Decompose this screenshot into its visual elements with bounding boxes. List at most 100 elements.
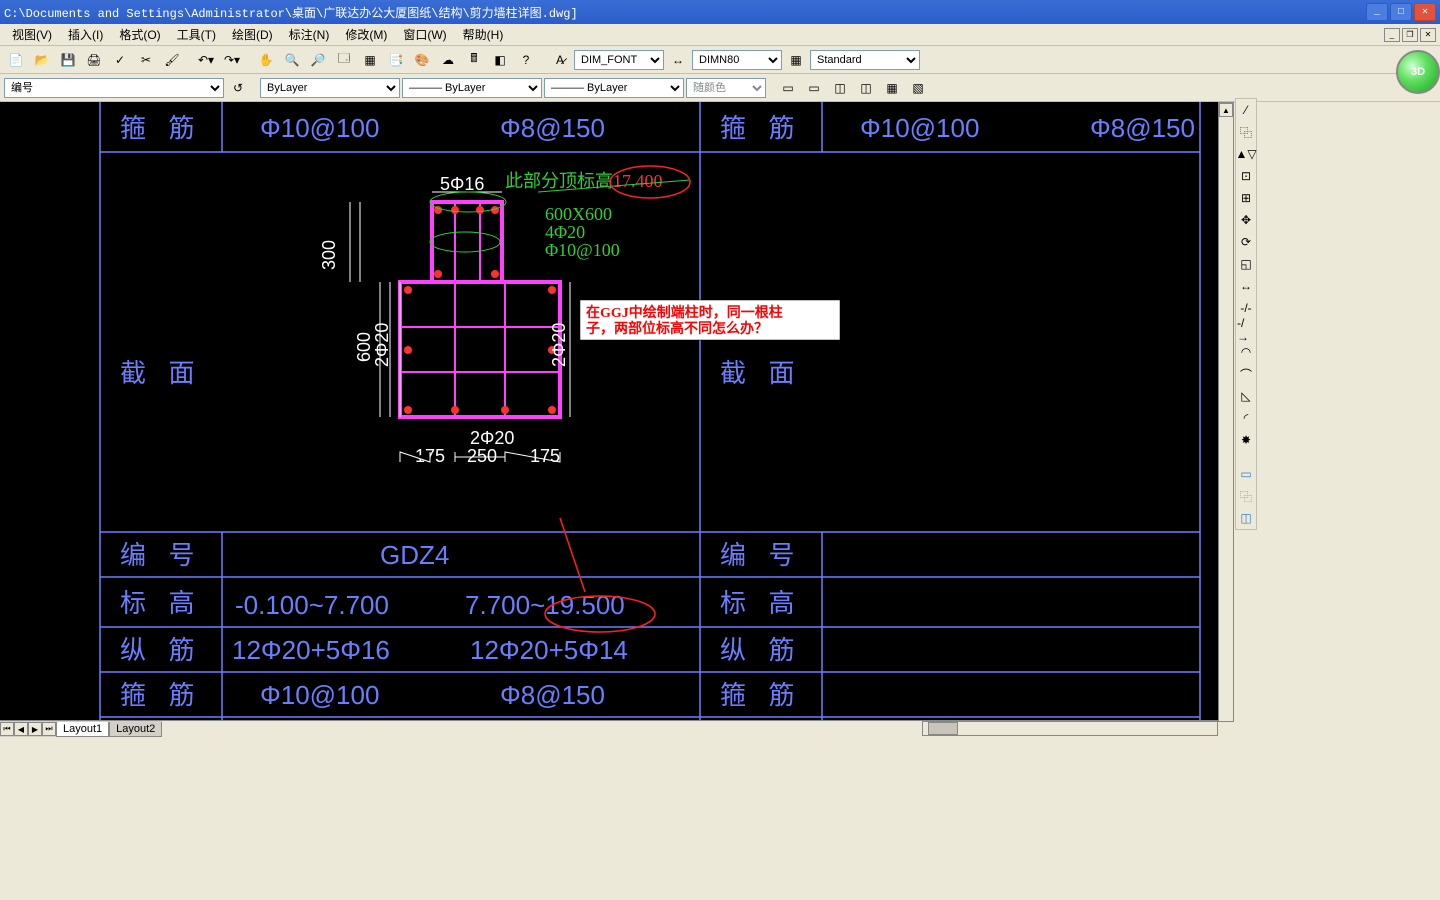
- layout-tab-2[interactable]: Layout2: [109, 722, 162, 737]
- tool-zoom2-icon[interactable]: 🔎: [306, 49, 330, 71]
- tool-save-icon[interactable]: 💾: [56, 49, 80, 71]
- menubar: 视图(V) 插入(I) 格式(O) 工具(T) 绘图(D) 标注(N) 修改(M…: [0, 24, 1440, 46]
- tab-nav-next[interactable]: ▶: [28, 722, 42, 736]
- tool-chamfer-icon[interactable]: ◺: [1236, 386, 1256, 406]
- svg-text:600: 600: [354, 332, 374, 362]
- menu-tools[interactable]: 工具(T): [169, 24, 224, 45]
- menu-view[interactable]: 视图(V): [4, 24, 60, 45]
- tool-block-icon[interactable]: ◧: [488, 49, 512, 71]
- tool-break-icon[interactable]: ◠: [1236, 342, 1256, 362]
- mdi-minimize[interactable]: _: [1384, 28, 1400, 42]
- linetype-select[interactable]: ——— ByLayer: [402, 78, 542, 98]
- menu-dimension[interactable]: 标注(N): [281, 24, 338, 45]
- svg-text:Φ10@100: Φ10@100: [545, 240, 620, 260]
- render-6-icon[interactable]: ▧: [906, 77, 930, 99]
- hscroll-thumb[interactable]: [928, 722, 958, 735]
- layer-select[interactable]: 编号: [4, 78, 224, 98]
- horizontal-scrollbar[interactable]: [922, 721, 1218, 736]
- tool-offset-icon[interactable]: ⊡: [1236, 166, 1256, 186]
- tool-zoom-icon[interactable]: 🔍: [280, 49, 304, 71]
- tool-help-icon[interactable]: ?: [514, 49, 538, 71]
- tool-dcenter-icon[interactable]: 🗔: [332, 49, 356, 71]
- val-right-stirrup-a: Φ10@100: [860, 113, 979, 143]
- layout-tab-1[interactable]: Layout1: [56, 722, 109, 737]
- dim-style-icon[interactable]: ↔: [666, 49, 690, 71]
- menu-window[interactable]: 窗口(W): [395, 24, 454, 45]
- table-style-icon[interactable]: ▦: [784, 49, 808, 71]
- val-rebar-b: 12Φ20+5Φ14: [470, 635, 628, 665]
- tool-win1-icon[interactable]: ▭: [1236, 464, 1256, 484]
- tool-props-icon[interactable]: ▦: [358, 49, 382, 71]
- tab-nav-last[interactable]: ⏭: [42, 722, 56, 736]
- render-4-icon[interactable]: ◫: [854, 77, 878, 99]
- maximize-button[interactable]: □: [1390, 3, 1412, 21]
- tool-scale-icon[interactable]: ◱: [1236, 254, 1256, 274]
- lineweight-select[interactable]: ——— ByLayer: [544, 78, 684, 98]
- tool-trim-icon[interactable]: -/-: [1236, 298, 1256, 318]
- tool-win2-icon[interactable]: ⿻: [1236, 486, 1256, 506]
- val-stirrup2-a: Φ10@100: [260, 680, 379, 710]
- tool-undo-icon[interactable]: ↶▾: [194, 49, 218, 71]
- tool-fillet-icon[interactable]: ◜: [1236, 408, 1256, 428]
- render-1-icon[interactable]: ▭: [776, 77, 800, 99]
- tool-extend-icon[interactable]: -/→: [1236, 320, 1256, 340]
- menu-draw[interactable]: 绘图(D): [224, 24, 281, 45]
- tool-match-icon[interactable]: 🖌: [160, 49, 184, 71]
- layer-prev-icon[interactable]: ↺: [226, 77, 250, 99]
- text-style-select[interactable]: DIM_FONT: [574, 50, 664, 70]
- tool-join-icon[interactable]: ⌒: [1236, 364, 1256, 384]
- vertical-scrollbar[interactable]: ▲: [1218, 102, 1234, 722]
- menu-help[interactable]: 帮助(H): [455, 24, 512, 45]
- tool-markup-icon[interactable]: ☁: [436, 49, 460, 71]
- tool-spell-icon[interactable]: ✓: [108, 49, 132, 71]
- svg-text:2Φ20: 2Φ20: [372, 323, 392, 367]
- note-line2: 子，两部位标高不同怎么办？: [586, 320, 768, 337]
- plotstyle-select[interactable]: 随颜色: [686, 78, 766, 98]
- mdi-close[interactable]: ✕: [1420, 28, 1436, 42]
- scroll-up-arrow[interactable]: ▲: [1219, 103, 1233, 117]
- tool-redo-icon[interactable]: ↷▾: [220, 49, 244, 71]
- tool-explode-icon[interactable]: ✸: [1236, 430, 1256, 450]
- tool-plot-icon[interactable]: 🖨: [82, 49, 106, 71]
- render-3-icon[interactable]: ◫: [828, 77, 852, 99]
- svg-text:600X600: 600X600: [545, 204, 612, 224]
- tool-new-icon[interactable]: 📄: [4, 49, 28, 71]
- tool-erase-icon[interactable]: ⁄: [1236, 100, 1256, 120]
- toolbar-standard: 📄 📂 💾 🖨 ✓ ✂ 🖌 ↶▾ ↷▾ ✋ 🔍 🔎 🗔 ▦ 📑 🎨 ☁ 🖩 ◧ …: [0, 46, 1440, 74]
- tool-mirror-icon[interactable]: ▲▽: [1236, 144, 1256, 164]
- val-stirrup2-b: Φ8@150: [500, 680, 605, 710]
- row-stirrup2-label-r: 箍 筋: [720, 681, 803, 710]
- menu-modify[interactable]: 修改(M): [337, 24, 395, 45]
- row-number-label-r: 编 号: [720, 541, 803, 570]
- note-line1: 在GGJ中绘制端柱时，同一根柱: [586, 304, 783, 321]
- drawing-canvas[interactable]: 箍 筋 截 面 编 号 标 高 纵 筋 箍 筋 箍 筋 截 面 编 号 标 高 …: [0, 102, 1218, 722]
- tool-rotate-icon[interactable]: ⟳: [1236, 232, 1256, 252]
- menu-insert[interactable]: 插入(I): [60, 24, 111, 45]
- tool-open-icon[interactable]: 📂: [30, 49, 54, 71]
- tool-win3-icon[interactable]: ◫: [1236, 508, 1256, 528]
- tool-pan-icon[interactable]: ✋: [254, 49, 278, 71]
- viewcube-icon[interactable]: 3D: [1396, 50, 1440, 94]
- tab-nav-first[interactable]: ⏮: [0, 722, 14, 736]
- tool-copy-icon[interactable]: ⿻: [1236, 122, 1256, 142]
- mdi-restore[interactable]: ❐: [1402, 28, 1418, 42]
- tool-array-icon[interactable]: ⊞: [1236, 188, 1256, 208]
- tool-calc-icon[interactable]: 🖩: [462, 49, 486, 71]
- toolbar-layers: 编号 ↺ ByLayer ——— ByLayer ——— ByLayer 随颜色…: [0, 74, 1440, 102]
- render-5-icon[interactable]: ▦: [880, 77, 904, 99]
- render-2-icon[interactable]: ▭: [802, 77, 826, 99]
- tool-ssm-icon[interactable]: 📑: [384, 49, 408, 71]
- tool-stretch-icon[interactable]: ↔: [1236, 276, 1256, 296]
- color-select[interactable]: ByLayer: [260, 78, 400, 98]
- tab-nav-prev[interactable]: ◀: [14, 722, 28, 736]
- minimize-button[interactable]: _: [1366, 3, 1388, 21]
- row-number-label: 编 号: [120, 541, 203, 570]
- text-style-icon[interactable]: A̷: [548, 49, 572, 71]
- tool-cut-icon[interactable]: ✂: [134, 49, 158, 71]
- dim-style-select[interactable]: DIMN80: [692, 50, 782, 70]
- menu-format[interactable]: 格式(O): [111, 24, 168, 45]
- tool-tp-icon[interactable]: 🎨: [410, 49, 434, 71]
- table-style-select[interactable]: Standard: [810, 50, 920, 70]
- close-button[interactable]: ✕: [1414, 3, 1436, 21]
- tool-move-icon[interactable]: ✥: [1236, 210, 1256, 230]
